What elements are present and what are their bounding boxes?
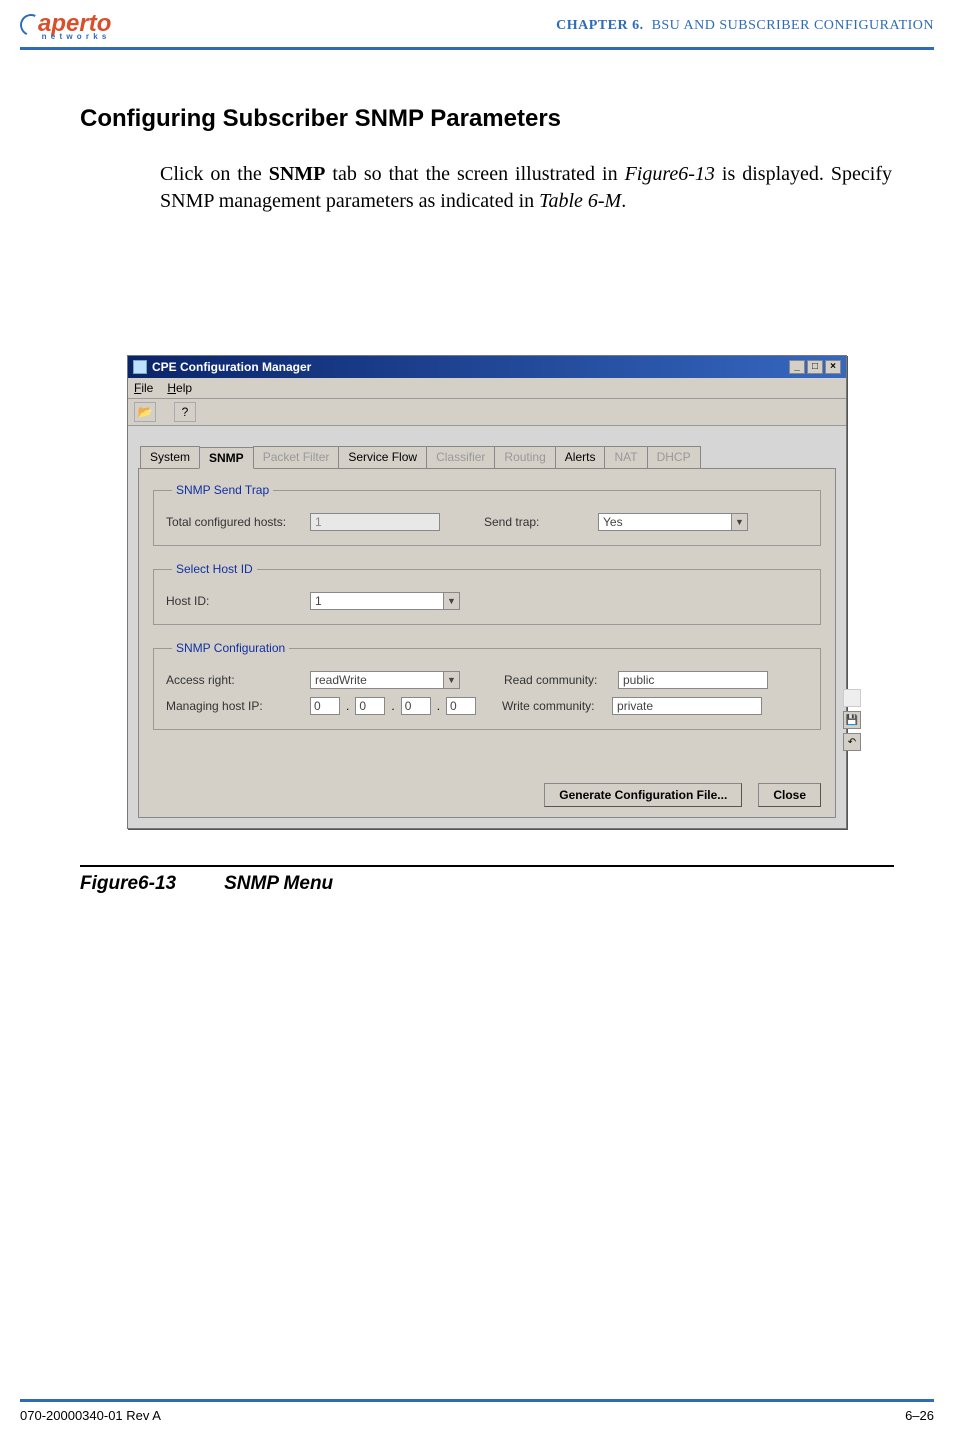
- cpe-window: CPE Configuration Manager _ □ × File Hel…: [127, 355, 847, 829]
- input-ip-4[interactable]: 0: [446, 697, 476, 715]
- label-send-trap: Send trap:: [484, 515, 594, 529]
- label-host-id: Host ID:: [166, 594, 306, 608]
- combo-send-trap[interactable]: Yes ▼: [598, 513, 748, 531]
- tab-dhcp: DHCP: [647, 446, 701, 468]
- side-toolbar: 💾 ↶: [843, 689, 861, 751]
- tab-nat: NAT: [604, 446, 647, 468]
- brand-logo: aperto n e t w o r k s: [20, 10, 111, 41]
- tab-classifier: Classifier: [426, 446, 495, 468]
- label-managing-host-ip: Managing host IP:: [166, 699, 306, 713]
- tab-panel-snmp: SNMP Send Trap Total configured hosts: 1…: [138, 468, 836, 818]
- legend-host-id: Select Host ID: [172, 562, 257, 576]
- tab-routing: Routing: [494, 446, 555, 468]
- menu-help[interactable]: Help: [167, 381, 192, 395]
- page-footer: 070-20000340-01 Rev A 6–26: [20, 1399, 934, 1423]
- figure-rule: [80, 865, 894, 867]
- chevron-down-icon: ▼: [443, 672, 459, 688]
- tab-snmp[interactable]: SNMP: [199, 447, 254, 469]
- input-total-hosts: 1: [310, 513, 440, 531]
- section-body: Click on the SNMP tab so that the screen…: [80, 161, 894, 215]
- footer-left: 070-20000340-01 Rev A: [20, 1408, 161, 1423]
- app-icon: [133, 360, 147, 374]
- input-ip-2[interactable]: 0: [355, 697, 385, 715]
- bottom-button-bar: Generate Configuration File... Close: [544, 783, 821, 807]
- toolbar-help-icon[interactable]: ?: [174, 402, 196, 422]
- label-read-community: Read community:: [504, 673, 614, 687]
- window-title: CPE Configuration Manager: [152, 360, 311, 374]
- side-icon-blank: [843, 689, 861, 707]
- input-read-community[interactable]: public: [618, 671, 768, 689]
- tab-alerts[interactable]: Alerts: [555, 446, 606, 468]
- legend-snmp-config: SNMP Configuration: [172, 641, 289, 655]
- label-access-right: Access right:: [166, 673, 306, 687]
- window-titlebar: CPE Configuration Manager _ □ ×: [128, 356, 846, 378]
- tab-service-flow[interactable]: Service Flow: [338, 446, 427, 468]
- footer-right: 6–26: [905, 1408, 934, 1423]
- group-snmp-send-trap: SNMP Send Trap Total configured hosts: 1…: [153, 483, 821, 546]
- close-panel-button[interactable]: Close: [758, 783, 821, 807]
- combo-access-right[interactable]: readWrite ▼: [310, 671, 460, 689]
- input-ip-1[interactable]: 0: [310, 697, 340, 715]
- menu-file[interactable]: File: [134, 381, 153, 395]
- label-write-community: Write community:: [502, 699, 608, 713]
- close-button[interactable]: ×: [825, 360, 841, 374]
- generate-button[interactable]: Generate Configuration File...: [544, 783, 742, 807]
- menubar: File Help: [128, 378, 846, 399]
- undo-icon[interactable]: ↶: [843, 733, 861, 751]
- group-snmp-configuration: SNMP Configuration Access right: readWri…: [153, 641, 821, 730]
- legend-send-trap: SNMP Send Trap: [172, 483, 273, 497]
- figure-number: Figure6-13: [80, 873, 176, 895]
- label-total-hosts: Total configured hosts:: [166, 515, 306, 529]
- figure-title: SNMP Menu: [224, 873, 333, 895]
- tabstrip: System SNMP Packet Filter Service Flow C…: [140, 446, 846, 468]
- chapter-label: CHAPTER 6. BSU AND SUBSCRIBER CONFIGURAT…: [556, 18, 934, 34]
- combo-host-id[interactable]: 1 ▼: [310, 592, 460, 610]
- tab-packet-filter: Packet Filter: [253, 446, 340, 468]
- tab-system[interactable]: System: [140, 446, 200, 468]
- save-icon[interactable]: 💾: [843, 711, 861, 729]
- group-select-host-id: Select Host ID Host ID: 1 ▼: [153, 562, 821, 625]
- maximize-button[interactable]: □: [807, 360, 823, 374]
- input-write-community[interactable]: private: [612, 697, 762, 715]
- toolbar: 📂 ?: [128, 399, 846, 426]
- chevron-down-icon: ▼: [443, 593, 459, 609]
- input-ip-3[interactable]: 0: [401, 697, 431, 715]
- minimize-button[interactable]: _: [789, 360, 805, 374]
- chevron-down-icon: ▼: [731, 514, 747, 530]
- section-title: Configuring Subscriber SNMP Parameters: [80, 105, 894, 133]
- toolbar-open-icon[interactable]: 📂: [134, 402, 156, 422]
- figure-caption: Figure6-13 SNMP Menu: [80, 873, 894, 895]
